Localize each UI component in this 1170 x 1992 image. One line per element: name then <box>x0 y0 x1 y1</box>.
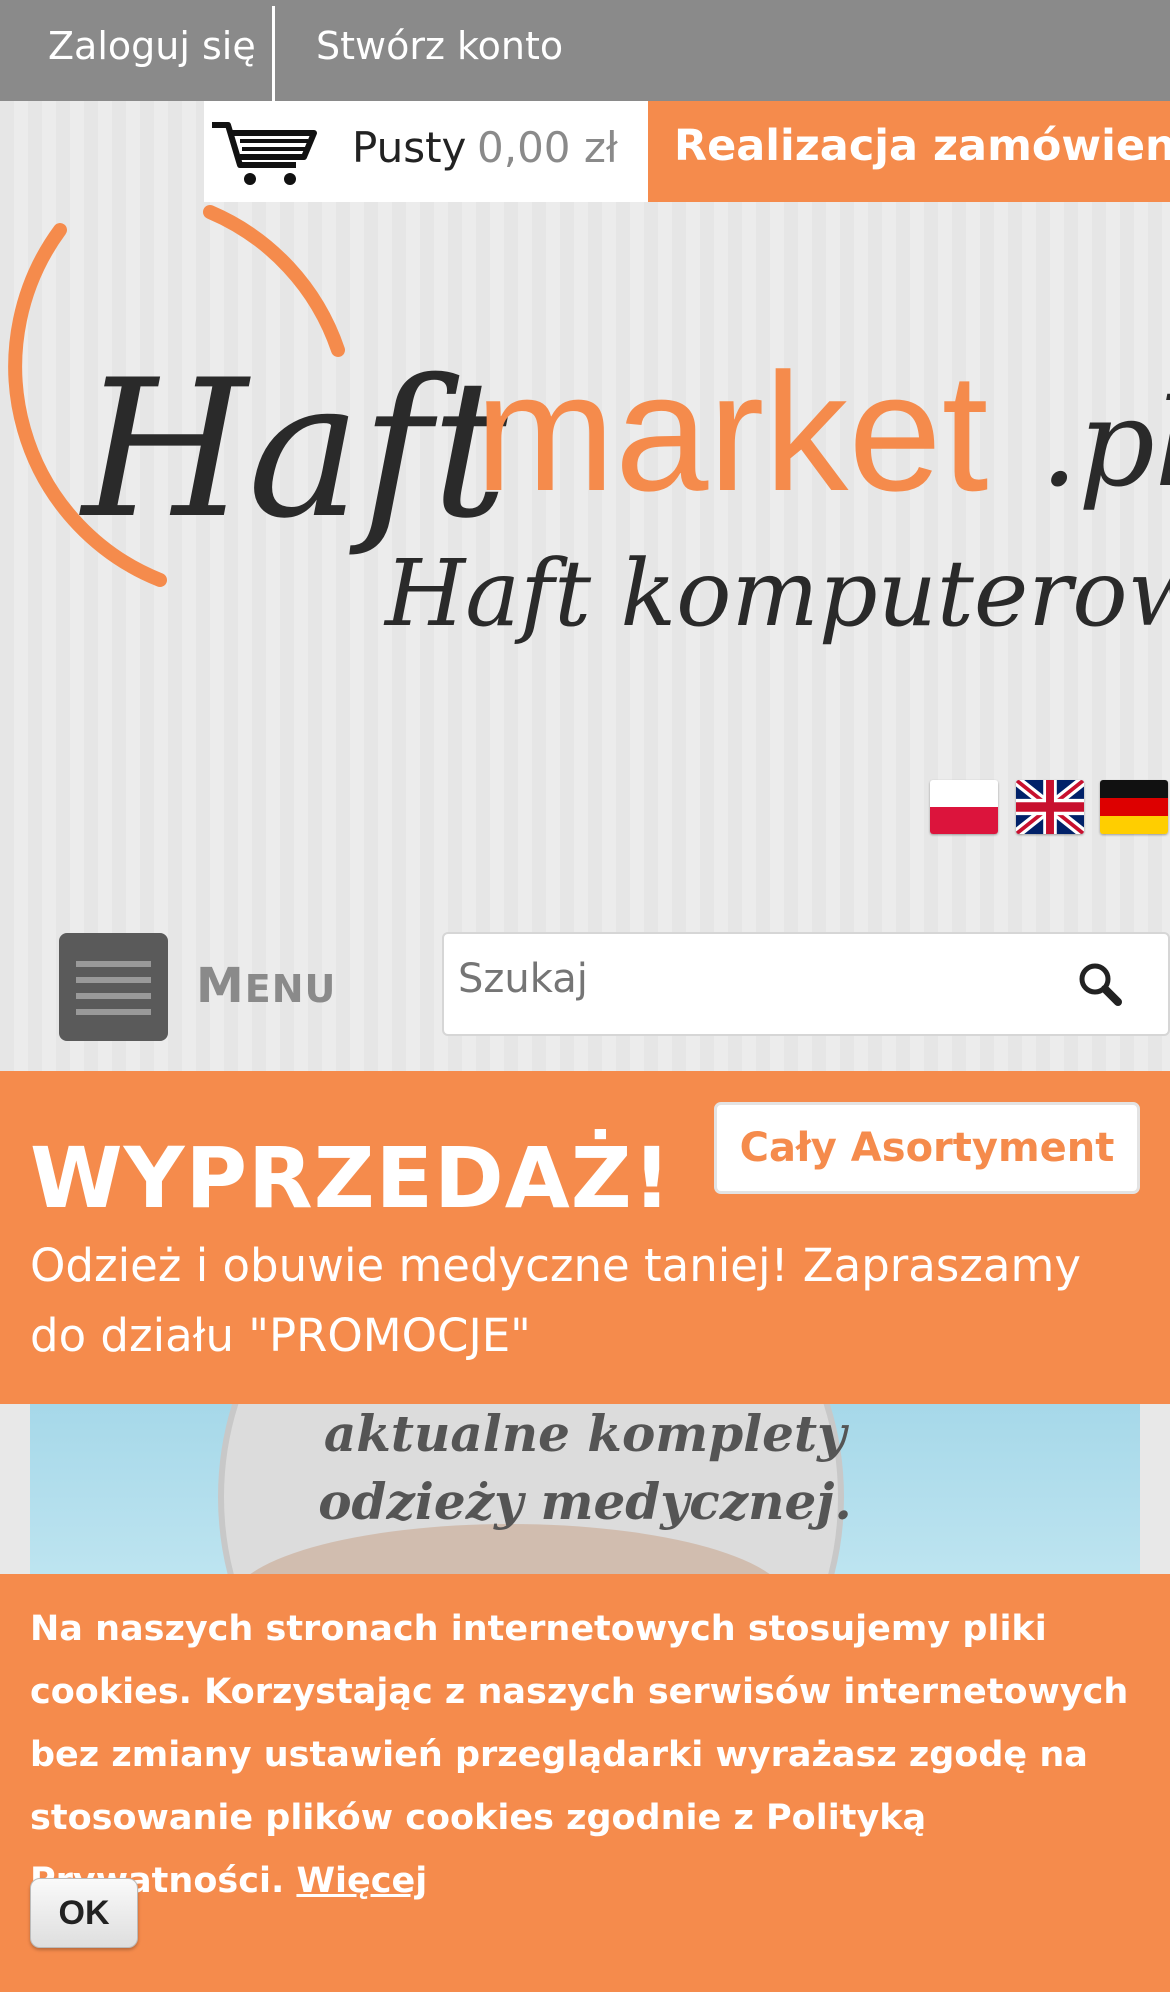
slider-banner[interactable]: aktualne komplety odzieży medycznej. <box>30 1404 1140 1574</box>
checkout-button[interactable]: Realizacja zamówienia <box>648 101 1170 202</box>
cart-summary[interactable]: Pusty 0,00 zł <box>204 101 648 202</box>
cart-status: Pusty <box>352 123 467 172</box>
register-link[interactable]: Stwórz konto <box>316 0 563 101</box>
hamburger-line <box>76 977 151 983</box>
promo-banner: WYPRZEDAŻ! Cały Asortyment Odzież i obuw… <box>0 1071 1170 1404</box>
search-box <box>442 932 1170 1036</box>
cookie-text: Na naszych stronach internetowych stosuj… <box>30 1609 1129 1901</box>
search-icon <box>1079 963 1122 1006</box>
top-bar: Zaloguj się Stwórz konto <box>0 0 1170 101</box>
de-flag-icon[interactable] <box>1100 780 1168 834</box>
menu-label[interactable]: MENU <box>196 958 336 1014</box>
banner-line-1: aktualne komplety <box>323 1404 847 1463</box>
cookie-bar: Na naszych stronach internetowych stosuj… <box>0 1574 1170 1992</box>
logo-graphic: Haft market .pl Haft komputerowy <box>8 205 1170 647</box>
menu-label-first: M <box>196 958 245 1014</box>
site-logo[interactable]: Haft market .pl Haft komputerowy <box>0 200 1170 700</box>
promo-description: Odzież i obuwie medyczne taniej! Zaprasz… <box>30 1239 1081 1362</box>
logo-market: market <box>475 338 988 526</box>
cookie-more-link[interactable]: Więcej <box>296 1861 427 1901</box>
logo-tagline: Haft komputerowy <box>383 540 1170 647</box>
logo-pl: .pl <box>1040 375 1170 514</box>
search-input[interactable] <box>458 956 1058 1002</box>
hamburger-line <box>76 1009 151 1015</box>
menu-button[interactable] <box>59 933 168 1041</box>
promo-headline: WYPRZEDAŻ! <box>30 1129 672 1227</box>
pl-flag-icon[interactable] <box>930 780 998 834</box>
cookie-message: Na naszych stronach internetowych stosuj… <box>30 1598 1150 1913</box>
en-flag-icon[interactable] <box>1016 780 1084 834</box>
login-link[interactable]: Zaloguj się <box>48 0 256 101</box>
cart-amount: 0,00 zł <box>477 123 618 172</box>
cart-icon <box>212 122 317 185</box>
all-products-button[interactable]: Cały Asortyment <box>714 1102 1140 1194</box>
banner-line-2: odzieży medycznej. <box>318 1472 852 1531</box>
menu-label-rest: ENU <box>244 967 337 1011</box>
cookie-ok-button[interactable]: OK <box>30 1878 138 1948</box>
divider <box>272 6 275 101</box>
search-button[interactable] <box>1072 956 1128 1012</box>
logo-haft: Haft <box>79 339 508 560</box>
hamburger-line <box>76 993 151 999</box>
hamburger-icon <box>76 961 151 967</box>
